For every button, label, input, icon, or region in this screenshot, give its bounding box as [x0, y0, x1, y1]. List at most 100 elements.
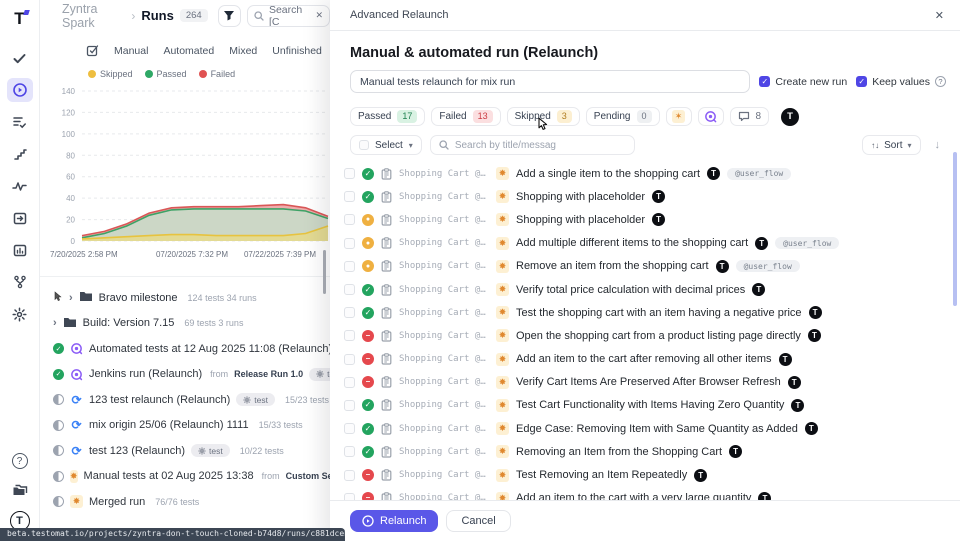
- assignee-avatar[interactable]: T: [781, 108, 799, 126]
- legend-passed: Passed: [145, 69, 187, 79]
- keep-values-checkbox[interactable]: ✓ Keep values ?: [856, 76, 946, 88]
- passed-filter-chip[interactable]: Passed17: [350, 107, 425, 126]
- steps-nav-icon[interactable]: [7, 142, 33, 166]
- clipboard-icon: [381, 307, 392, 319]
- tab-manual[interactable]: Manual: [114, 45, 148, 57]
- test-row[interactable]: –Shopping Cart @…✸Open the shopping cart…: [344, 324, 960, 347]
- chevron-right-icon[interactable]: ›: [53, 317, 57, 329]
- test-row[interactable]: ●Shopping Cart @…✸Shopping with placehol…: [344, 208, 960, 231]
- assignee-avatar: T: [788, 376, 801, 389]
- breadcrumb-project[interactable]: Zyntra Spark: [62, 2, 125, 30]
- modal-close-icon[interactable]: ✕: [935, 9, 944, 22]
- test-checkbox[interactable]: [344, 261, 355, 272]
- test-checkbox[interactable]: [344, 214, 355, 225]
- projects-folder-icon[interactable]: [7, 478, 33, 502]
- tab-mixed[interactable]: Mixed: [229, 45, 257, 57]
- test-title: Removing an Item from the Shopping Cart: [516, 446, 722, 458]
- test-checkbox[interactable]: [344, 446, 355, 457]
- test-checkbox[interactable]: [344, 330, 355, 341]
- test-checkbox[interactable]: [344, 191, 355, 202]
- test-status-passed-icon: ✓: [362, 307, 374, 319]
- folder-name: Bravo milestone: [99, 292, 178, 304]
- test-checkbox[interactable]: [344, 307, 355, 318]
- run-row[interactable]: ⟳test 123 (Relaunch)test10/22 tests: [40, 438, 330, 464]
- test-checkbox[interactable]: [344, 400, 355, 411]
- analytics-nav-icon[interactable]: [7, 174, 33, 198]
- tab-automated[interactable]: Automated: [163, 45, 214, 57]
- select-dropdown[interactable]: Select ▾: [350, 135, 422, 155]
- tests-scrollbar[interactable]: [953, 152, 957, 306]
- run-status-progress-icon: [53, 394, 64, 405]
- test-suite-prefix: Shopping Cart @…: [399, 331, 489, 341]
- run-row[interactable]: ✓Automated tests at 12 Aug 2025 11:08 (R…: [40, 336, 330, 362]
- test-row[interactable]: ✓Shopping Cart @…✸Test the shopping cart…: [344, 301, 960, 324]
- suites-nav-icon[interactable]: [7, 110, 33, 134]
- runs-nav-icon[interactable]: [7, 78, 33, 102]
- test-checkbox[interactable]: [344, 377, 355, 388]
- pending-filter-chip[interactable]: Pending0: [586, 107, 660, 126]
- manual-sparkle-icon: ✸: [496, 283, 509, 296]
- branch-nav-icon[interactable]: [7, 270, 33, 294]
- runs-folder-row[interactable]: ›Bravo milestone124 tests 34 runs: [40, 285, 330, 311]
- runs-folder-row[interactable]: ›Build: Version 7.1569 tests 3 runs: [40, 311, 330, 337]
- run-meta: 69 tests 3 runs: [184, 318, 243, 328]
- create-new-run-checkbox[interactable]: ✓ Create new run: [759, 76, 847, 88]
- test-row[interactable]: ✓Shopping Cart @…✸Removing an Item from …: [344, 440, 960, 463]
- test-row[interactable]: ●Shopping Cart @…✸Add multiple different…: [344, 232, 960, 255]
- test-row[interactable]: –Shopping Cart @…✸Add an item to the car…: [344, 487, 960, 500]
- run-row[interactable]: ✓Jenkins run (Relaunch)fromRelease Run 1…: [40, 362, 330, 388]
- select-edit-icon[interactable]: [86, 44, 99, 57]
- test-checkbox[interactable]: [344, 238, 355, 249]
- clear-search-icon[interactable]: ✕: [315, 10, 323, 21]
- assignee-avatar: T: [805, 422, 818, 435]
- test-title: Test Removing an Item Repeatedly: [516, 469, 687, 481]
- legend-dot-icon: [199, 70, 207, 78]
- test-status-passed-icon: ✓: [362, 399, 374, 411]
- download-icon[interactable]: ↓: [929, 139, 947, 151]
- test-checkbox[interactable]: [344, 423, 355, 434]
- run-row[interactable]: ✸Merged run76/76 tests: [40, 489, 330, 515]
- gear-icon: [198, 447, 206, 455]
- help-icon[interactable]: ?: [12, 453, 28, 469]
- test-checkbox[interactable]: [344, 470, 355, 481]
- keep-values-help-icon[interactable]: ?: [935, 76, 946, 87]
- test-row[interactable]: ✓Shopping Cart @…✸Edge Case: Removing It…: [344, 417, 960, 440]
- test-checkbox[interactable]: [344, 168, 355, 179]
- run-row[interactable]: ✸Manual tests at 02 Aug 2025 13:38fromCu…: [40, 464, 330, 490]
- tab-unfinished[interactable]: Unfinished: [272, 45, 322, 57]
- test-row[interactable]: ✓Shopping Cart @…✸Shopping with placehol…: [344, 185, 960, 208]
- automated-filter-chip[interactable]: [698, 107, 724, 126]
- test-row[interactable]: –Shopping Cart @…✸Add an item to the car…: [344, 348, 960, 371]
- test-row[interactable]: ●Shopping Cart @…✸Remove an item from th…: [344, 255, 960, 278]
- test-row[interactable]: ✓Shopping Cart @…✸Test Cart Functionalit…: [344, 394, 960, 417]
- panel-scrollbar[interactable]: [323, 250, 326, 294]
- test-row[interactable]: ✓Shopping Cart @…✸Add a single item to t…: [344, 162, 960, 185]
- assignee-avatar: T: [716, 260, 729, 273]
- run-name-input[interactable]: Manual tests relaunch for mix run: [350, 70, 750, 93]
- svg-text:80: 80: [66, 151, 75, 160]
- cancel-button[interactable]: Cancel: [446, 510, 510, 532]
- test-row[interactable]: –Shopping Cart @…✸Test Removing an Item …: [344, 463, 960, 486]
- run-row[interactable]: ⟳123 test relaunch (Relaunch)test15/23 t…: [40, 387, 330, 413]
- failed-filter-chip[interactable]: Failed13: [431, 107, 500, 126]
- select-all-checkbox[interactable]: [359, 140, 369, 150]
- comments-filter-chip[interactable]: 8: [730, 107, 770, 126]
- runs-search-input[interactable]: Search [C ✕: [247, 5, 330, 27]
- checks-nav-icon[interactable]: [7, 46, 33, 70]
- run-row[interactable]: ⟳mix origin 25/06 (Relaunch) 111115/33 t…: [40, 413, 330, 439]
- chevron-right-icon[interactable]: ›: [69, 292, 73, 304]
- filter-button[interactable]: [218, 5, 241, 27]
- test-checkbox[interactable]: [344, 493, 355, 500]
- test-row[interactable]: ✓Shopping Cart @…✸Verify total price cal…: [344, 278, 960, 301]
- manual-filter-chip[interactable]: ✶: [666, 107, 692, 126]
- import-nav-icon[interactable]: [7, 206, 33, 230]
- app-logo[interactable]: T: [9, 8, 31, 30]
- reports-nav-icon[interactable]: [7, 238, 33, 262]
- relaunch-button[interactable]: Relaunch: [350, 510, 438, 532]
- tests-search-input[interactable]: Search by title/messag: [430, 135, 635, 155]
- test-row[interactable]: –Shopping Cart @…✸Verify Cart Items Are …: [344, 371, 960, 394]
- settings-gear-icon[interactable]: [7, 302, 33, 326]
- test-checkbox[interactable]: [344, 284, 355, 295]
- sort-button[interactable]: ↑↓ Sort ▾: [862, 135, 920, 155]
- test-checkbox[interactable]: [344, 354, 355, 365]
